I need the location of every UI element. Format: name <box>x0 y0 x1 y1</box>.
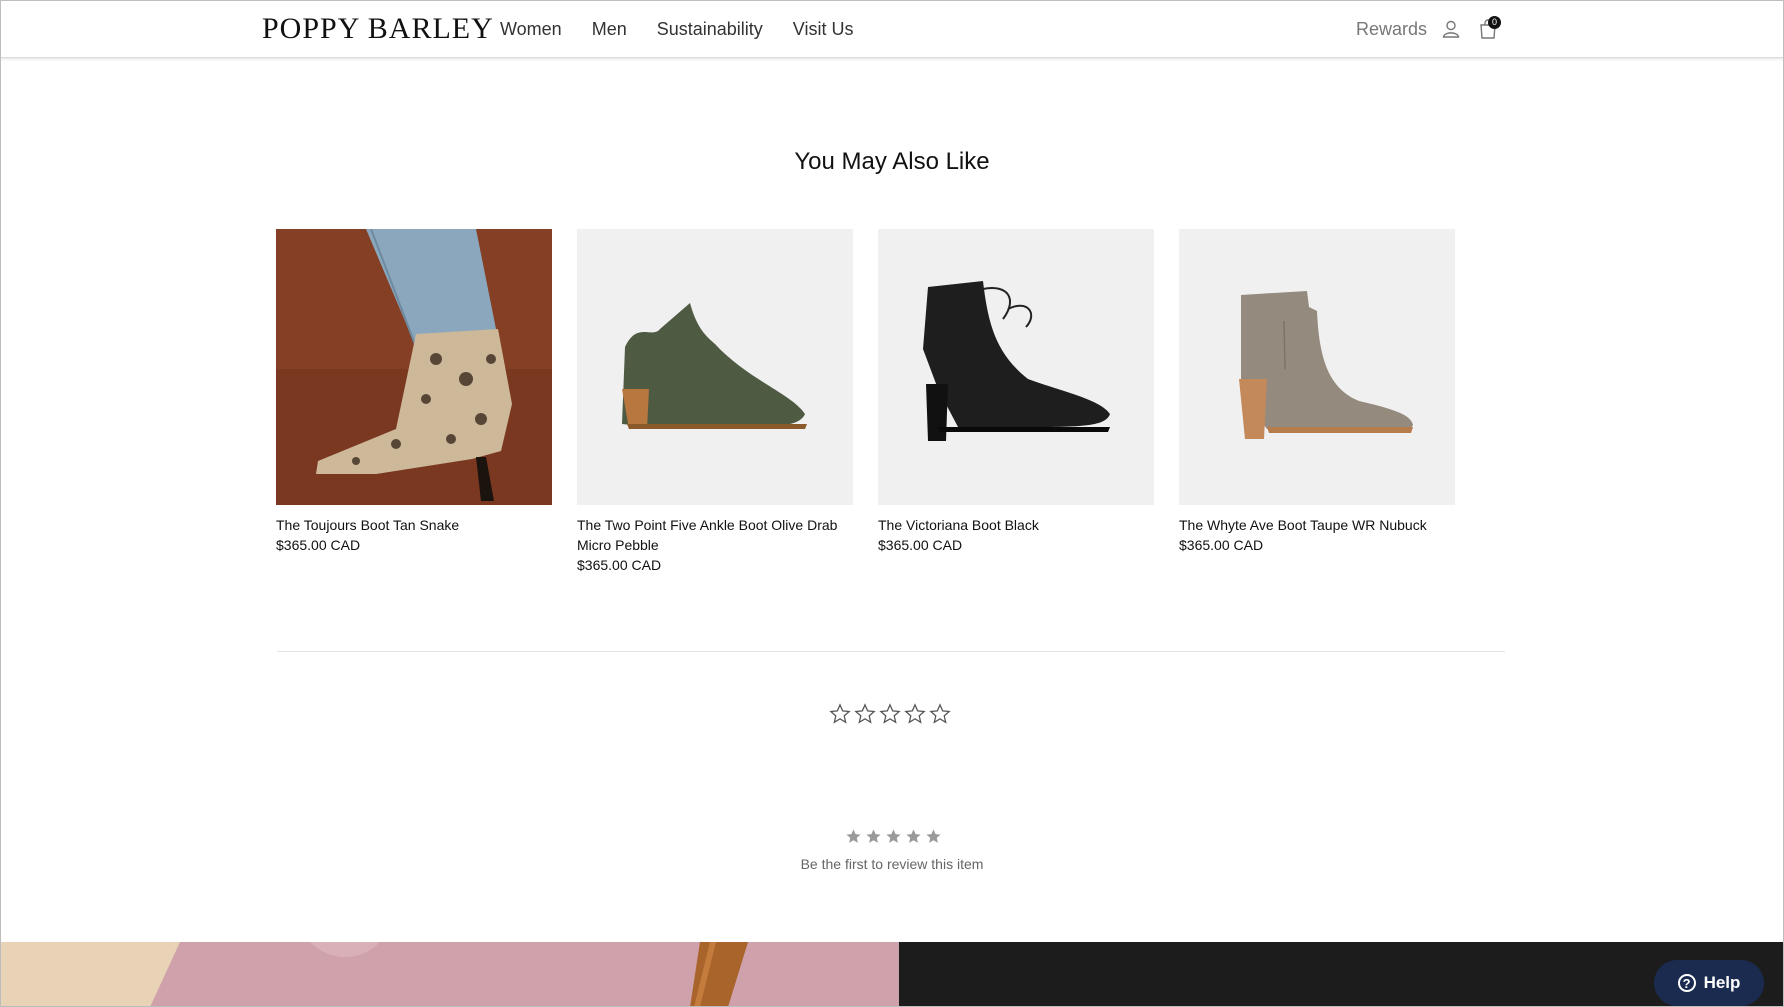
rating-input[interactable] <box>829 703 951 725</box>
product-name[interactable]: The Toujours Boot Tan Snake <box>276 515 552 535</box>
product-name[interactable]: The Whyte Ave Boot Taupe WR Nubuck <box>1179 515 1455 535</box>
star-outline-icon[interactable] <box>929 703 951 725</box>
product-card[interactable]: The Two Point Five Ankle Boot Olive Drab… <box>577 229 853 575</box>
product-price: $365.00 CAD <box>276 537 361 553</box>
product-image[interactable] <box>1179 229 1455 505</box>
star-icon <box>846 829 861 843</box>
star-icon <box>926 829 941 843</box>
rewards-link[interactable]: Rewards <box>1356 19 1427 40</box>
account-icon[interactable] <box>1442 20 1460 38</box>
help-button[interactable]: ? Help <box>1654 960 1764 1006</box>
product-image[interactable] <box>577 229 853 505</box>
product-image[interactable] <box>878 229 1154 505</box>
nav-women[interactable]: Women <box>500 19 562 40</box>
star-outline-icon[interactable] <box>854 703 876 725</box>
star-outline-icon[interactable] <box>879 703 901 725</box>
star-outline-icon[interactable] <box>904 703 926 725</box>
nav-visit-us[interactable]: Visit Us <box>793 19 854 40</box>
cart-count-badge: 0 <box>1488 16 1501 29</box>
help-label: Help <box>1703 973 1741 992</box>
product-image[interactable] <box>276 229 552 505</box>
product-price: $365.00 CAD <box>878 537 963 553</box>
product-card[interactable]: The Whyte Ave Boot Taupe WR Nubuck $365.… <box>1179 229 1455 555</box>
product-price: $365.00 CAD <box>1179 537 1264 553</box>
product-card[interactable]: The Victoriana Boot Black $365.00 CAD <box>878 229 1154 555</box>
section-divider <box>277 651 1505 652</box>
star-icon <box>866 829 881 843</box>
main-nav: Women Men Sustainability Visit Us <box>500 19 853 40</box>
star-icon <box>886 829 901 843</box>
brand-logo[interactable]: POPPY BARLEY <box>262 12 494 46</box>
question-icon: ? <box>1677 974 1696 992</box>
promo-image-banner <box>0 942 899 1007</box>
nav-men[interactable]: Men <box>592 19 627 40</box>
site-header: POPPY BARLEY Women Men Sustainability Vi… <box>0 0 1784 58</box>
product-price: $365.00 CAD <box>577 557 662 573</box>
star-icon <box>906 829 921 843</box>
promo-dark-banner <box>899 942 1784 1007</box>
write-review-link[interactable]: Be the first to review this item <box>0 856 1784 872</box>
product-name[interactable]: The Two Point Five Ankle Boot Olive Drab… <box>577 515 853 555</box>
recommendations-title: You May Also Like <box>794 148 990 175</box>
star-outline-icon[interactable] <box>829 703 851 725</box>
product-card[interactable]: The Toujours Boot Tan Snake $365.00 CAD <box>276 229 552 555</box>
product-name[interactable]: The Victoriana Boot Black <box>878 515 1154 535</box>
nav-sustainability[interactable]: Sustainability <box>657 19 763 40</box>
review-summary-stars <box>845 828 942 845</box>
